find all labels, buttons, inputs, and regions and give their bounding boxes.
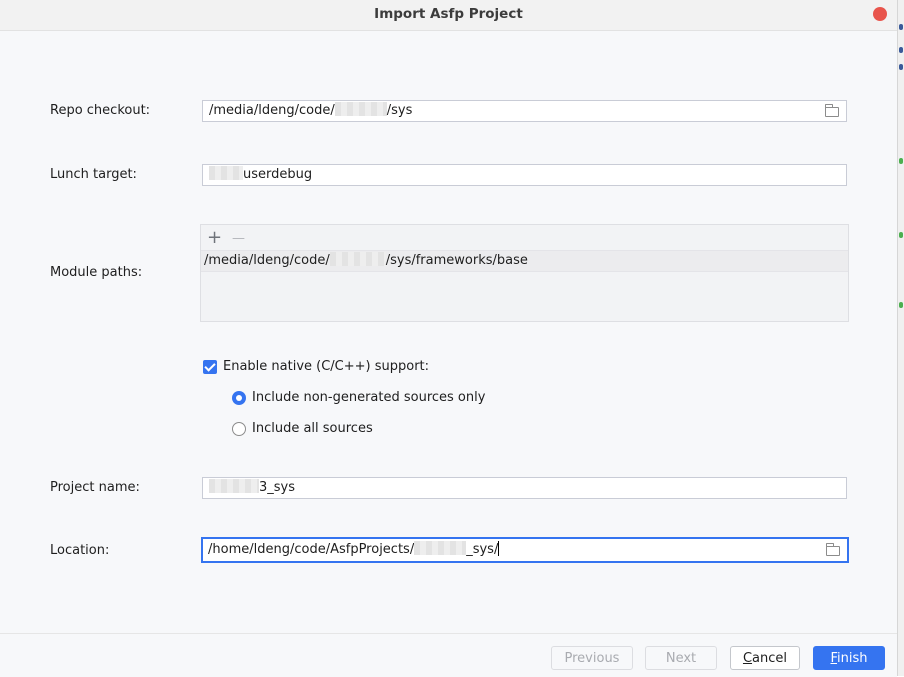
location-label: Location: — [50, 543, 110, 558]
import-asfp-project-dialog: Import Asfp Project Repo checkout: /medi… — [0, 0, 898, 677]
lunch-target-label: Lunch target: — [50, 167, 137, 182]
redacted-text — [329, 252, 386, 266]
lunch-target-field[interactable]: userdebug — [202, 164, 847, 186]
edge-mark — [899, 232, 903, 238]
cancel-button[interactable]: Cancel — [730, 646, 800, 670]
folder-icon[interactable] — [825, 104, 839, 117]
location-prefix: /home/ldeng/code/AsfpProjects/ — [208, 542, 415, 557]
lunch-target-value: userdebug — [243, 167, 313, 182]
location-suffix: _sys/ — [466, 542, 499, 557]
list-item[interactable]: /media/ldeng/code/ /sys/frameworks/base — [201, 250, 848, 272]
all-sources-radio[interactable] — [232, 422, 246, 436]
edge-mark — [899, 158, 903, 164]
non-generated-sources-radio[interactable] — [232, 391, 246, 405]
project-name-label: Project name: — [50, 480, 140, 495]
edge-mark — [899, 24, 903, 30]
module-path-prefix: /media/ldeng/code/ — [204, 253, 330, 268]
module-paths-label: Module paths: — [50, 265, 143, 280]
background-window-edge — [898, 0, 904, 676]
next-button[interactable]: Next — [645, 646, 717, 670]
edge-mark — [899, 64, 903, 70]
remove-icon[interactable]: — — [232, 229, 245, 249]
previous-button[interactable]: Previous — [551, 646, 633, 670]
text-caret — [498, 541, 500, 556]
add-icon[interactable]: + — [207, 228, 222, 248]
non-generated-sources-label[interactable]: Include non-generated sources only — [252, 390, 485, 405]
dialog-title: Import Asfp Project — [374, 6, 523, 22]
repo-checkout-prefix: /media/ldeng/code/ — [209, 103, 335, 118]
module-paths-list: + — /media/ldeng/code/ /sys/frameworks/ba… — [200, 224, 849, 322]
redacted-text — [209, 166, 243, 180]
enable-native-label[interactable]: Enable native (C/C++) support: — [223, 359, 429, 374]
finish-button[interactable]: Finish — [813, 646, 885, 670]
repo-checkout-label: Repo checkout: — [50, 103, 151, 118]
checkmark-icon — [204, 360, 216, 372]
redacted-text — [334, 102, 387, 116]
dialog-footer: Previous Next Cancel Finish — [0, 633, 897, 677]
edge-mark — [899, 47, 903, 53]
all-sources-label[interactable]: Include all sources — [252, 421, 373, 436]
repo-checkout-field[interactable]: /media/ldeng/code/ /sys — [202, 100, 847, 122]
enable-native-checkbox[interactable] — [203, 360, 217, 374]
project-name-field[interactable]: 3_sys — [202, 477, 847, 499]
module-path-suffix: /sys/frameworks/base — [385, 253, 528, 268]
title-bar: Import Asfp Project — [0, 0, 897, 31]
folder-icon[interactable] — [826, 543, 840, 556]
repo-checkout-suffix: /sys — [386, 103, 413, 118]
redacted-text — [414, 541, 467, 555]
redacted-text — [209, 479, 259, 493]
project-name-value: 3_sys — [259, 480, 296, 495]
close-icon[interactable] — [873, 7, 887, 21]
edge-mark — [899, 302, 903, 308]
location-field[interactable]: /home/ldeng/code/AsfpProjects/ _sys/ — [201, 537, 849, 563]
